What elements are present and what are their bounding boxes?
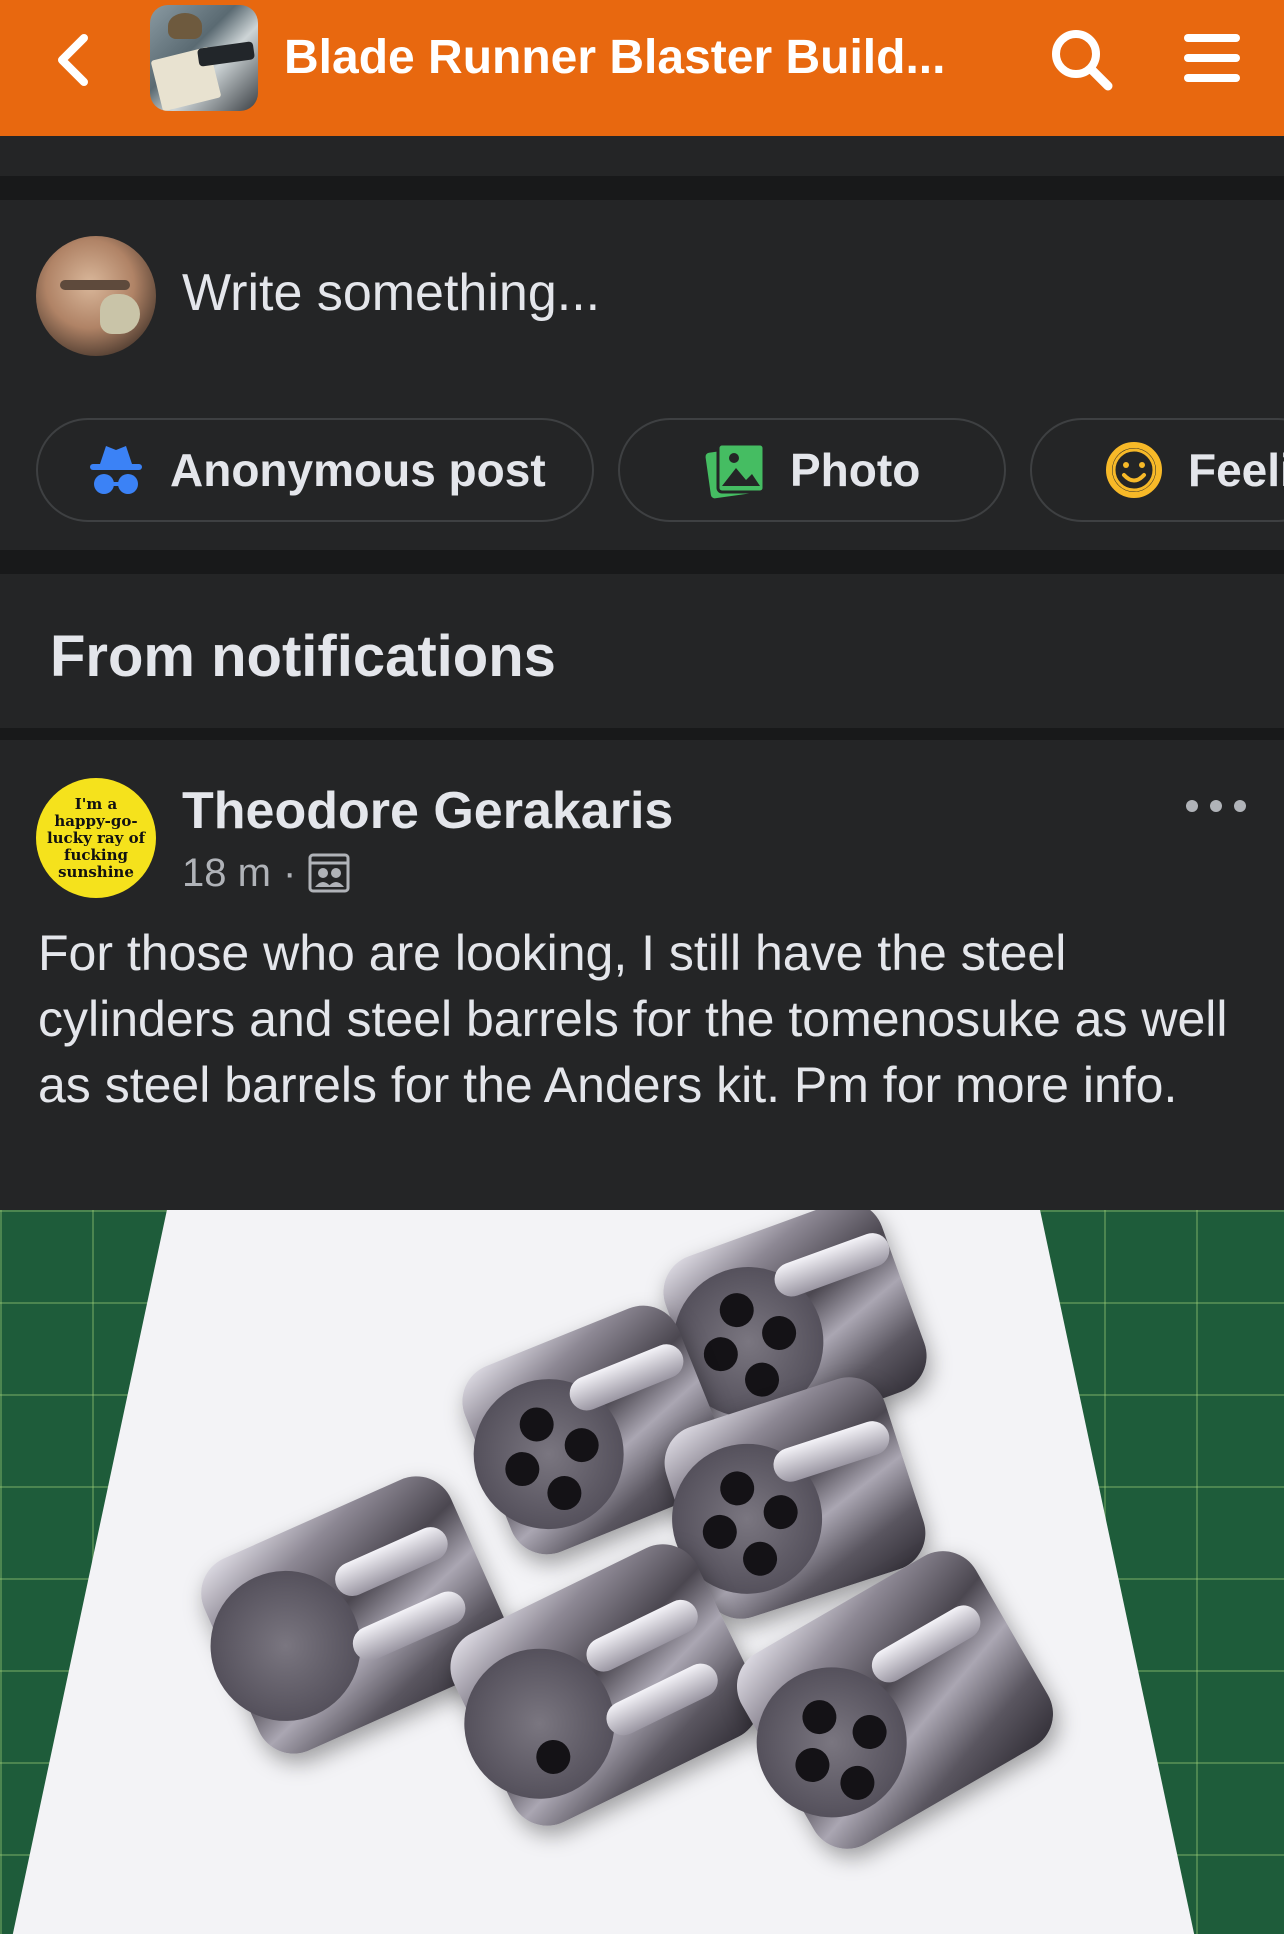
thumbnail-blaster-shape	[197, 41, 255, 67]
group-title[interactable]: Blade Runner Blaster Build...	[284, 28, 984, 88]
photo-label: Photo	[790, 444, 921, 496]
thumbnail-phone-shape	[168, 13, 202, 39]
meta-separator: ·	[282, 851, 297, 895]
group-thumbnail[interactable]	[150, 5, 258, 111]
cylinder-flute	[769, 1416, 894, 1487]
author-avatar-text: I'm a happy-go-lucky ray of fucking suns…	[46, 794, 146, 881]
post-photo[interactable]	[0, 1210, 1284, 1934]
anonymous-post-button[interactable]: Anonymous post	[36, 418, 594, 522]
smiley-icon	[1106, 442, 1162, 498]
more-dot	[1234, 800, 1246, 812]
post-options-button[interactable]	[1186, 792, 1246, 820]
post-meta: 18 m ·	[182, 848, 350, 898]
cylinder-flute	[329, 1521, 454, 1602]
photo-icon	[705, 442, 766, 499]
divider-strip	[0, 550, 1284, 574]
cylinder-flute	[865, 1599, 987, 1689]
top-app-bar: Blade Runner Blaster Build...	[0, 0, 1284, 136]
write-something-input[interactable]: Write something...	[182, 258, 600, 328]
cylinder-flute	[564, 1339, 689, 1416]
composer-actions: Anonymous post Photo Feeli	[0, 392, 1284, 550]
post-composer: Write something...	[0, 200, 1284, 392]
more-dots-icon	[1186, 800, 1198, 812]
cylinder-flute	[580, 1594, 704, 1678]
divider-strip	[0, 728, 1284, 740]
menu-button[interactable]	[1180, 26, 1244, 90]
avatar-detail-phone	[100, 294, 140, 334]
cylinder-flute	[769, 1228, 895, 1302]
photo-button[interactable]: Photo	[618, 418, 1006, 522]
search-button[interactable]	[1046, 24, 1116, 94]
author-avatar[interactable]: I'm a happy-go-lucky ray of fucking suns…	[36, 778, 156, 898]
post-body-text: For those who are looking, I still have …	[38, 925, 1228, 1113]
back-button[interactable]	[42, 28, 106, 92]
section-header: From notifications	[0, 574, 1284, 728]
feeling-label: Feeli	[1188, 444, 1284, 496]
feeling-button[interactable]: Feeli	[1030, 418, 1284, 522]
post-time[interactable]: 18 m	[182, 848, 271, 898]
hamburger-menu-icon	[1184, 34, 1240, 82]
section-title: From notifications	[50, 624, 556, 689]
more-dot	[1210, 800, 1222, 812]
anonymous-post-label: Anonymous post	[170, 444, 546, 496]
feed-post: I'm a happy-go-lucky ray of fucking suns…	[0, 740, 1284, 1934]
incognito-icon	[90, 446, 142, 494]
avatar-detail	[60, 280, 130, 290]
current-user-avatar[interactable]	[36, 236, 156, 356]
chevron-left-icon	[58, 34, 88, 86]
search-icon	[1052, 30, 1113, 91]
author-name[interactable]: Theodore Gerakaris	[182, 780, 673, 842]
divider-strip	[0, 136, 1284, 176]
cylinder-flute	[600, 1657, 724, 1742]
group-audience-icon	[308, 853, 350, 893]
